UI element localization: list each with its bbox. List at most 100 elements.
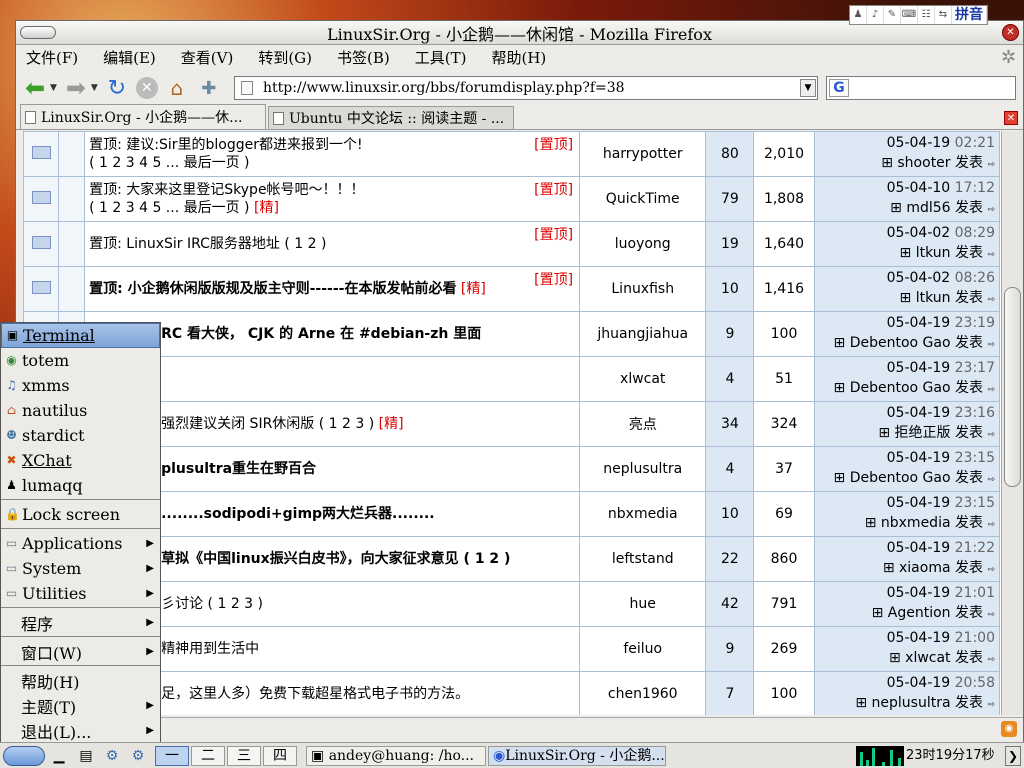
goto-last-post-icon[interactable]: ⇨ (987, 565, 995, 575)
thread-author[interactable]: Linuxfish (579, 266, 707, 312)
last-poster[interactable]: Debentoo Gao (850, 335, 951, 351)
menu-help[interactable]: 帮助(H) (491, 47, 546, 68)
menu-item-theme[interactable]: 主题(T) ▶ (1, 693, 160, 718)
menu-item-totem[interactable]: ◉ totem (1, 348, 160, 373)
thread-title[interactable]: 置顶: 小企鹅休闲版版规及版主守则------在本版发帖前必看 (89, 281, 456, 297)
window-close-icon[interactable]: ✕ (1002, 24, 1019, 41)
last-poster[interactable]: xlwcat (905, 650, 950, 666)
forward-arrow-icon[interactable]: ➡ (63, 74, 89, 102)
brush-icon[interactable]: ✎ (884, 6, 901, 24)
goto-last-post-icon[interactable]: ⇨ (987, 475, 995, 485)
close-tab-icon[interactable]: ✕ (1004, 111, 1018, 125)
thread-author[interactable]: QuickTime (579, 176, 707, 222)
thread-title[interactable]: 置顶: LinuxSir IRC服务器地址 ( 1 2 ) (89, 236, 326, 252)
thread-author[interactable]: leftstand (579, 536, 707, 582)
menu-item-nautilus[interactable]: ⌂ nautilus (1, 398, 160, 423)
search-box[interactable]: G (826, 76, 1016, 100)
penguin-icon[interactable]: ♟ (850, 6, 867, 24)
back-arrow-icon[interactable]: ⬅ (22, 74, 48, 102)
menu-file[interactable]: 文件(F) (26, 47, 78, 68)
url-dropdown-icon[interactable]: ▼ (800, 79, 816, 97)
ime-switch-icon[interactable]: ⇆ (935, 6, 952, 24)
goto-last-post-icon[interactable]: ⇨ (987, 520, 995, 530)
task-terminal[interactable]: ▣ andey@huang: /ho... (306, 746, 486, 766)
goto-last-post-icon[interactable]: ⇨ (987, 340, 995, 350)
thread-author[interactable]: hue (579, 581, 707, 627)
thread-title[interactable]: 置顶: 建议:Sir里的blogger都进来报到一个! (89, 137, 363, 153)
ime-icon[interactable]: ♪ (867, 6, 884, 24)
thread-pages[interactable]: ( 1 2 3 4 5 ... 最后一页 ) (89, 200, 249, 216)
show-desktop-icon[interactable]: ▁ (50, 746, 68, 766)
menu-item-window[interactable]: 窗口(W) ▶ (1, 639, 160, 664)
contacts-icon[interactable]: ☷ (918, 6, 935, 24)
last-poster[interactable]: Debentoo Gao (850, 470, 951, 486)
thread-author[interactable]: neplusultra (579, 446, 707, 492)
task-firefox[interactable]: ◉LinuxSir.Org - 小企鹅... (488, 746, 666, 766)
reload-icon[interactable]: ↻ (104, 75, 130, 101)
menu-item-help[interactable]: 帮助(H) (1, 668, 160, 693)
start-menu-button[interactable] (3, 746, 45, 766)
google-search-icon[interactable]: G (829, 79, 849, 97)
last-poster[interactable]: shooter (897, 155, 950, 171)
tray-arrow-icon[interactable]: ❯ (1005, 746, 1021, 766)
settings-icon[interactable]: ⚙ (128, 746, 148, 766)
menu-item-programs[interactable]: 程序 ▶ (1, 610, 160, 635)
goto-last-post-icon[interactable]: ⇨ (987, 610, 995, 620)
thread-author[interactable]: chen1960 (579, 671, 707, 715)
stop-icon[interactable]: ✕ (135, 77, 158, 99)
last-poster[interactable]: xiaoma (899, 560, 951, 576)
page-scrollbar[interactable] (1001, 131, 1023, 715)
goto-last-post-icon[interactable]: ⇨ (987, 160, 995, 170)
thread-author[interactable]: jhuangjiahua (579, 311, 707, 357)
menu-item-xchat[interactable]: ✖ XChat (1, 448, 160, 473)
last-poster[interactable]: Agention (888, 605, 951, 621)
last-poster[interactable]: 拒绝正版 (895, 425, 951, 441)
window-menu-button[interactable] (20, 26, 56, 39)
thread-author[interactable]: nbxmedia (579, 491, 707, 537)
launcher-icon[interactable]: ⚙ (102, 746, 122, 766)
desktop-4[interactable]: 四 (263, 746, 297, 766)
back-dropdown-icon[interactable]: ▼ (50, 83, 57, 93)
rss-icon[interactable]: ◉ (1001, 721, 1017, 737)
url-bar[interactable]: http://www.linuxsir.org/bbs/forumdisplay… (234, 76, 818, 100)
goto-last-post-icon[interactable]: ⇨ (987, 205, 995, 215)
thread-author[interactable]: luoyong (579, 221, 707, 267)
menu-item-terminal[interactable]: ▣ Terminal (1, 323, 160, 348)
thread-author[interactable]: harrypotter (579, 131, 707, 177)
pinyin-button[interactable]: 拼音 (952, 6, 987, 24)
forward-dropdown-icon[interactable]: ▼ (91, 83, 98, 93)
keyboard-icon[interactable]: ⌨ (901, 6, 918, 24)
thread-author[interactable]: feiluo (579, 626, 707, 672)
goto-last-post-icon[interactable]: ⇨ (987, 700, 995, 710)
desktop-1[interactable]: 一 (155, 746, 189, 766)
menu-item-utilities[interactable]: ▭ Utilities ▶ (1, 581, 160, 606)
last-poster[interactable]: neplusultra (872, 695, 951, 711)
goto-last-post-icon[interactable]: ⇨ (987, 430, 995, 440)
menu-item-xmms[interactable]: ♫ xmms (1, 373, 160, 398)
last-poster[interactable]: ltkun (916, 245, 951, 261)
thread-pages[interactable]: ( 1 2 3 4 5 ... 最后一页 ) (89, 155, 249, 171)
tab-linuxsir[interactable]: LinuxSir.Org - 小企鹅——休... (20, 104, 266, 129)
menu-item-lumaqq[interactable]: ♟ lumaqq (1, 473, 160, 498)
new-tab-icon[interactable]: ✚ (196, 75, 222, 101)
menu-item-lock-screen[interactable]: 🔒 Lock screen (1, 502, 160, 527)
thread-title[interactable]: 置顶: 大家来这里登记Skype帐号吧～！！！ (89, 182, 364, 198)
tab-ubuntu[interactable]: Ubuntu 中文论坛 :: 阅读主题 - ... (268, 106, 514, 129)
last-poster[interactable]: mdl56 (906, 200, 950, 216)
window-list-icon[interactable]: ▤ (76, 746, 96, 766)
desktop-3[interactable]: 三 (227, 746, 261, 766)
menu-edit[interactable]: 编辑(E) (103, 47, 156, 68)
thread-author[interactable]: xlwcat (579, 356, 707, 402)
goto-last-post-icon[interactable]: ⇨ (987, 295, 995, 305)
scroll-thumb[interactable] (1004, 287, 1021, 487)
menu-item-exit[interactable]: 退出(L)... ▶ (1, 718, 160, 743)
goto-last-post-icon[interactable]: ⇨ (987, 655, 995, 665)
url-text[interactable]: http://www.linuxsir.org/bbs/forumdisplay… (263, 80, 625, 96)
menu-item-stardict[interactable]: ☻ stardict (1, 423, 160, 448)
thread-author[interactable]: 亮点 (579, 401, 707, 447)
last-poster[interactable]: nbxmedia (881, 515, 951, 531)
menu-view[interactable]: 查看(V) (181, 47, 234, 68)
last-poster[interactable]: ltkun (916, 290, 951, 306)
desktop-2[interactable]: 二 (191, 746, 225, 766)
goto-last-post-icon[interactable]: ⇨ (987, 250, 995, 260)
